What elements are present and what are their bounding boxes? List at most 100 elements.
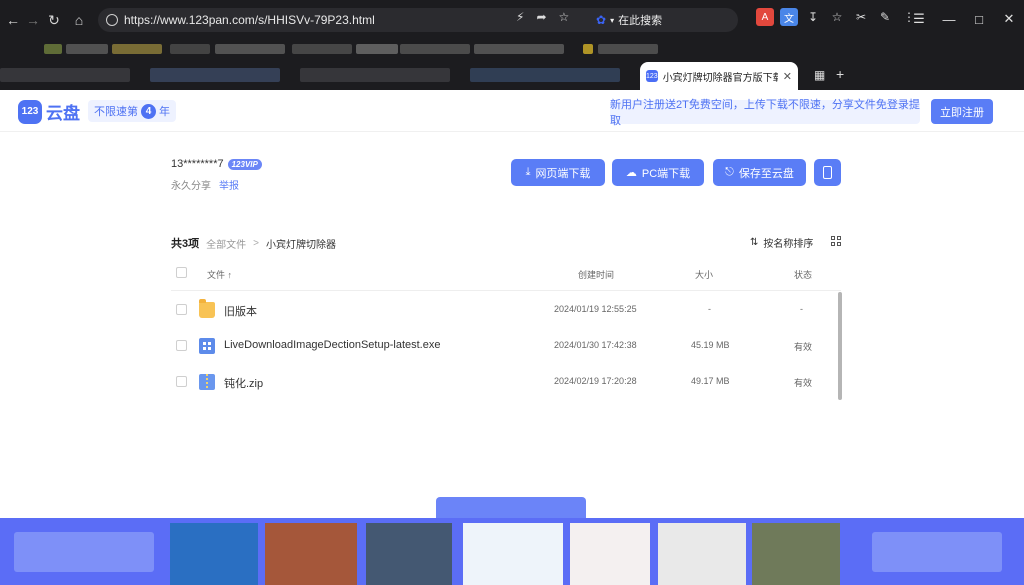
file-created: 2024/01/30 17:42:38 [554,340,637,350]
new-tab-icon[interactable]: + [836,66,844,82]
logo-badge: 123 [18,99,42,124]
breadcrumb: 共3项 全部文件 > 小宾灯牌切除器 [171,235,336,251]
ad-thumbnail[interactable] [463,523,563,585]
paw-icon: ✿ [596,13,607,27]
file-size: 45.19 MB [691,340,730,350]
lock-icon [106,14,118,26]
file-name[interactable]: 旧版本 [224,303,257,319]
browser-chrome: ← → ↻ ⌂ https://www.123pan.com/s/HHISVv-… [0,0,1024,90]
table-row[interactable]: 旧版本 2024/01/19 12:55:25 - - [171,292,841,328]
register-button[interactable]: 立即注册 [931,99,993,124]
report-link[interactable]: 举报 [219,177,239,192]
download-icon[interactable]: ↧ [804,8,822,26]
translate-icon[interactable]: 文 [780,8,798,26]
sort-control[interactable]: ⇅ 按名称排序 [750,235,813,250]
close-icon[interactable]: ✕ [994,8,1024,30]
pc-download-label: PC端下载 [641,167,691,180]
speed-suffix: 年 [159,106,170,118]
scissors-icon[interactable]: ✂ [852,8,870,26]
address-bar-actions: ⚡ ➦ ☆ [516,10,569,24]
share-owner: 13********7 123VIP [171,158,262,170]
col-name[interactable]: 文件 ↑ [207,268,232,281]
tab-title: 小宾灯牌切除器官方版下载 | 来 [662,72,778,84]
exe-file-icon [199,338,215,354]
ad-thumbnail[interactable] [752,523,840,585]
search-engine-chip[interactable]: ✿ ▾ 在此搜索 [596,10,662,30]
download-icon: ⤓ [525,166,531,178]
owner-name: 13********7 [171,158,224,170]
logo[interactable]: 123 云盘 [18,99,80,124]
web-download-label: 网页端下载 [535,167,591,180]
pc-download-button[interactable]: ☁ PC端下载 [612,159,704,186]
web-download-button[interactable]: ⤓ 网页端下载 [511,159,605,186]
tab-grid-icon[interactable]: ▦ [814,68,825,82]
sort-label: 按名称排序 [763,239,814,250]
table-row[interactable]: LiveDownloadImageDectionSetup-latest.exe… [171,328,841,364]
save-to-cloud-button[interactable]: ⎋ 保存至云盘 [713,159,806,186]
minimize-icon[interactable]: — [934,8,964,30]
select-all-checkbox[interactable] [176,267,187,278]
reload-icon[interactable]: ↻ [41,7,67,33]
favicon-icon: 123 [646,70,658,82]
file-status: - [800,304,803,314]
search-label: 在此搜索 [618,15,663,27]
tab-active[interactable]: 123 小宾灯牌切除器官方版下载 | 来 ✕ [640,62,798,90]
logo-text: 云盘 [46,104,80,123]
mobile-icon [823,166,832,179]
crumb-all-files[interactable]: 全部文件 [206,236,246,251]
file-name[interactable]: 钝化.zip [224,375,263,391]
star-icon[interactable]: ☆ [559,10,570,24]
ad-banner-tab [436,497,586,519]
item-count: 共3项 [171,238,200,250]
vip-badge: 123VIP [227,158,262,170]
share-permanence: 永久分享 [171,181,211,192]
ad-thumbnail[interactable] [170,523,258,585]
file-name[interactable]: LiveDownloadImageDectionSetup-latest.exe [224,339,440,351]
tab-strip: 123 小宾灯牌切除器官方版下载 | 来 ✕ ▦ + [0,62,1024,90]
file-created: 2024/02/19 17:20:28 [554,376,637,386]
save-to-cloud-label: 保存至云盘 [738,167,794,180]
maximize-icon[interactable]: □ [964,8,994,30]
favorite-icon[interactable]: ☆ [828,8,846,26]
ad-thumbnail[interactable] [366,523,452,585]
sort-icon: ⇅ [750,237,759,248]
url-text[interactable]: https://www.123pan.com/s/HHISVv-79P23.ht… [124,13,375,27]
row-checkbox[interactable] [176,340,187,351]
ad-thumbnail[interactable] [570,523,650,585]
grid-view-icon[interactable] [831,236,841,246]
window-controls: ☰ — □ ✕ [904,8,1024,30]
cloud-icon: ☁ [625,167,637,179]
row-checkbox[interactable] [176,304,187,315]
bolt-icon[interactable]: ⚡ [516,10,524,24]
row-checkbox[interactable] [176,376,187,387]
speed-prefix: 不限速第 [94,106,138,118]
mobile-button[interactable] [814,159,841,186]
promo-banner[interactable]: 新用户注册送2T免费空间，上传下载不限速，分享文件免登录提取 [610,99,920,127]
pdf-icon[interactable]: A [756,8,774,26]
crumb-separator: > [253,237,259,249]
bookmarks-bar [0,40,1024,60]
file-size: 49.17 MB [691,376,730,386]
tab-close-icon[interactable]: ✕ [783,70,792,83]
eraser-icon[interactable]: ✎ [876,8,894,26]
table-row[interactable]: 钝化.zip 2024/02/19 17:20:28 49.17 MB 有效 [171,364,841,400]
upload-icon: ⎋ [725,166,734,178]
extension-icons: A 文 ↧ ☆ ✂ ✎ ⋮ [756,8,918,26]
file-table-header: 文件 ↑ 创建时间 大小 状态 [171,259,841,291]
zip-file-icon [199,374,215,390]
file-size: - [708,304,711,314]
ad-thumbnail[interactable] [658,523,746,585]
ad-thumbnail[interactable] [265,523,357,585]
share-icon[interactable]: ➦ [536,10,546,24]
site-header: 123 云盘 不限速第 4 年 新用户注册送2T免费空间，上传下载不限速，分享文… [0,90,1024,132]
file-status: 有效 [794,378,813,388]
list-scrollbar[interactable] [838,292,842,400]
col-status: 状态 [794,270,813,280]
menu-icon[interactable]: ☰ [904,8,934,30]
chevron-down-icon: ▾ [610,15,615,25]
col-created: 创建时间 [578,270,615,280]
crumb-current-folder: 小宾灯牌切除器 [265,239,336,251]
home-icon[interactable]: ⌂ [66,7,92,33]
folder-icon [199,299,215,318]
col-size: 大小 [695,270,714,280]
